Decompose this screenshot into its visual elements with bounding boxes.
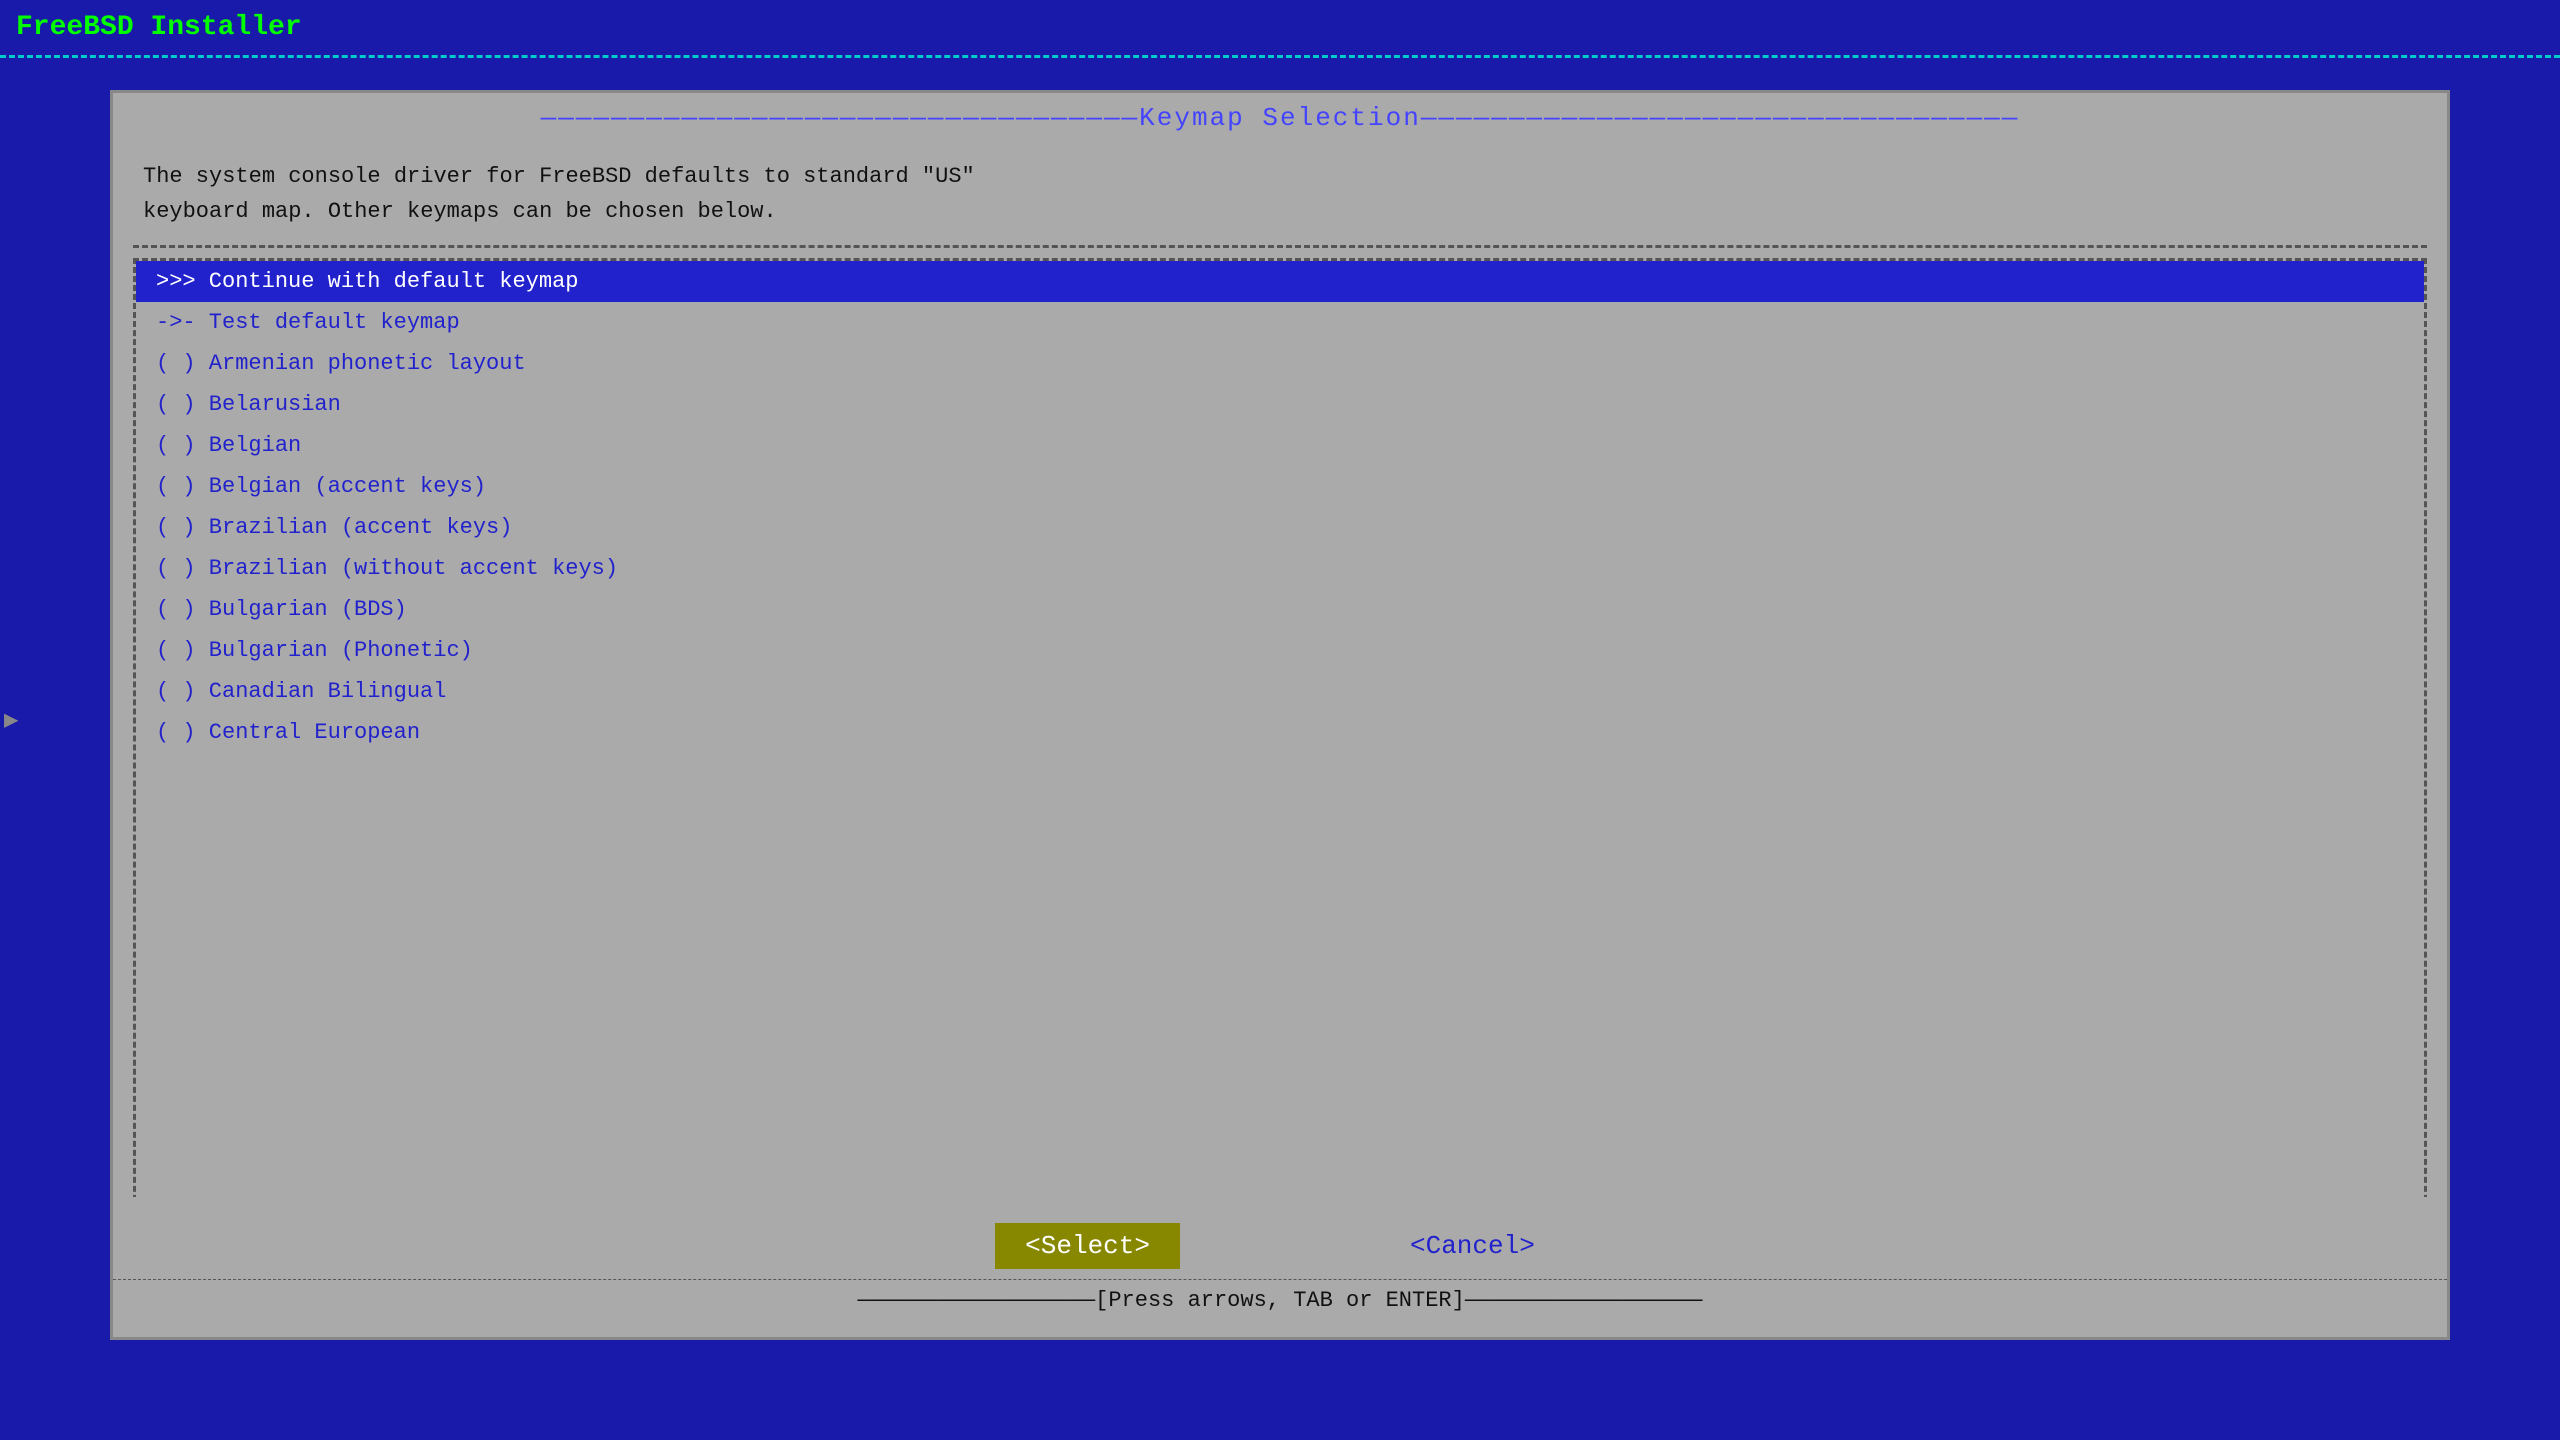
list-item[interactable]: ( ) Brazilian (without accent keys) [136, 548, 2424, 589]
app-title: FreeBSD Installer [0, 0, 2560, 55]
cancel-button[interactable]: <Cancel> [1380, 1223, 1565, 1269]
list-item[interactable]: ->- Test default keymap [136, 302, 2424, 343]
keymap-list[interactable]: >>> Continue with default keymap->- Test… [133, 258, 2427, 1282]
terminal-background: FreeBSD Installer ▶ ————————————————————… [0, 0, 2560, 1440]
list-item[interactable]: ( ) Bulgarian (Phonetic) [136, 630, 2424, 671]
bottom-section: <Select> <Cancel> ——————————————————[Pre… [113, 1197, 2447, 1337]
list-item[interactable]: ( ) Canadian Bilingual [136, 671, 2424, 712]
select-button[interactable]: <Select> [995, 1223, 1180, 1269]
list-item[interactable]: ( ) Central European [136, 712, 2424, 753]
list-item[interactable]: ( ) Belgian [136, 425, 2424, 466]
hint-bar: ——————————————————[Press arrows, TAB or … [113, 1279, 2447, 1321]
list-item[interactable]: ( ) Bulgarian (BDS) [136, 589, 2424, 630]
main-window: ——————————————————————————————————Keymap… [110, 90, 2450, 1340]
window-description: The system console driver for FreeBSD de… [113, 143, 2447, 245]
window-title: ——————————————————————————————————Keymap… [113, 93, 2447, 143]
side-scroll-arrow[interactable]: ▶ [0, 701, 22, 739]
button-row: <Select> <Cancel> [113, 1213, 2447, 1279]
list-top-border [133, 245, 2427, 248]
list-item[interactable]: >>> Continue with default keymap [136, 261, 2424, 302]
list-item[interactable]: ( ) Brazilian (accent keys) [136, 507, 2424, 548]
top-divider [0, 55, 2560, 58]
list-item[interactable]: ( ) Belarusian [136, 384, 2424, 425]
list-item[interactable]: ( ) Armenian phonetic layout [136, 343, 2424, 384]
list-item[interactable]: ( ) Belgian (accent keys) [136, 466, 2424, 507]
